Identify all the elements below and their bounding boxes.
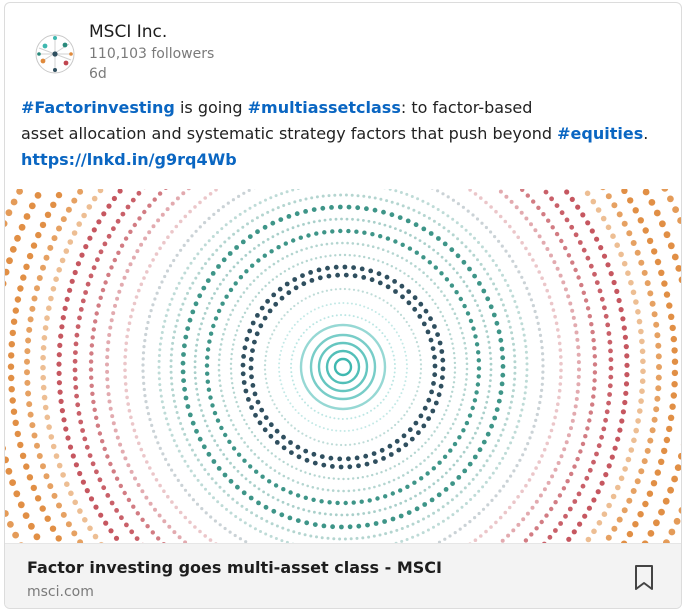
post-text-line-2: asset allocation and systematic strategy… [21,121,671,147]
pattern-ring [263,287,423,447]
bookmark-icon[interactable] [633,564,655,592]
pattern-ring [248,272,438,462]
pattern-ring [299,323,387,411]
follower-count: 110,103 followers [89,46,215,62]
hashtag-multiassetclass[interactable]: #multiassetclass [248,98,401,117]
pattern-ring [290,314,396,420]
hashtag-equities[interactable]: #equities [557,124,643,143]
pattern-ring [333,357,353,377]
article-source: msci.com [27,584,94,600]
post-body: #Factorinvesting is going #multiassetcla… [21,95,671,173]
article-title[interactable]: Factor investing goes multi-asset class … [27,558,442,577]
pattern-ring [325,349,361,385]
post-text-fragment: asset allocation and systematic strategy… [21,124,558,143]
author-name[interactable]: MSCI Inc. [89,22,167,42]
pattern-ring [204,228,482,506]
article-preview[interactable]: Factor investing goes multi-asset class … [5,543,681,608]
pattern-ring [278,302,408,432]
post-text-line-3: https://lnkd.in/g9rq4Wb [21,147,671,173]
pattern-ring [180,204,506,530]
pattern-ring [193,217,493,517]
post-text-fragment: is going [174,98,248,117]
pattern-ring [309,333,377,401]
post-text-fragment: . [643,124,649,143]
company-logo-icon[interactable] [31,30,79,78]
post-text-fragment: : to factor-based [400,98,533,117]
pattern-ring [229,253,457,481]
post-age: 6d [89,66,107,82]
article-image[interactable] [5,189,681,543]
pattern-ring [169,193,517,541]
pattern-ring [217,241,469,493]
post-card: MSCI Inc. 110,103 followers 6d #Factorin… [4,2,682,609]
post-header: MSCI Inc. 110,103 followers 6d [5,3,681,93]
hashtag-factorinvesting[interactable]: #Factorinvesting [21,98,175,117]
pattern-ring [240,264,446,470]
post-text-line-1: #Factorinvesting is going #multiassetcla… [21,95,671,121]
post-link[interactable]: https://lnkd.in/g9rq4Wb [21,150,237,169]
